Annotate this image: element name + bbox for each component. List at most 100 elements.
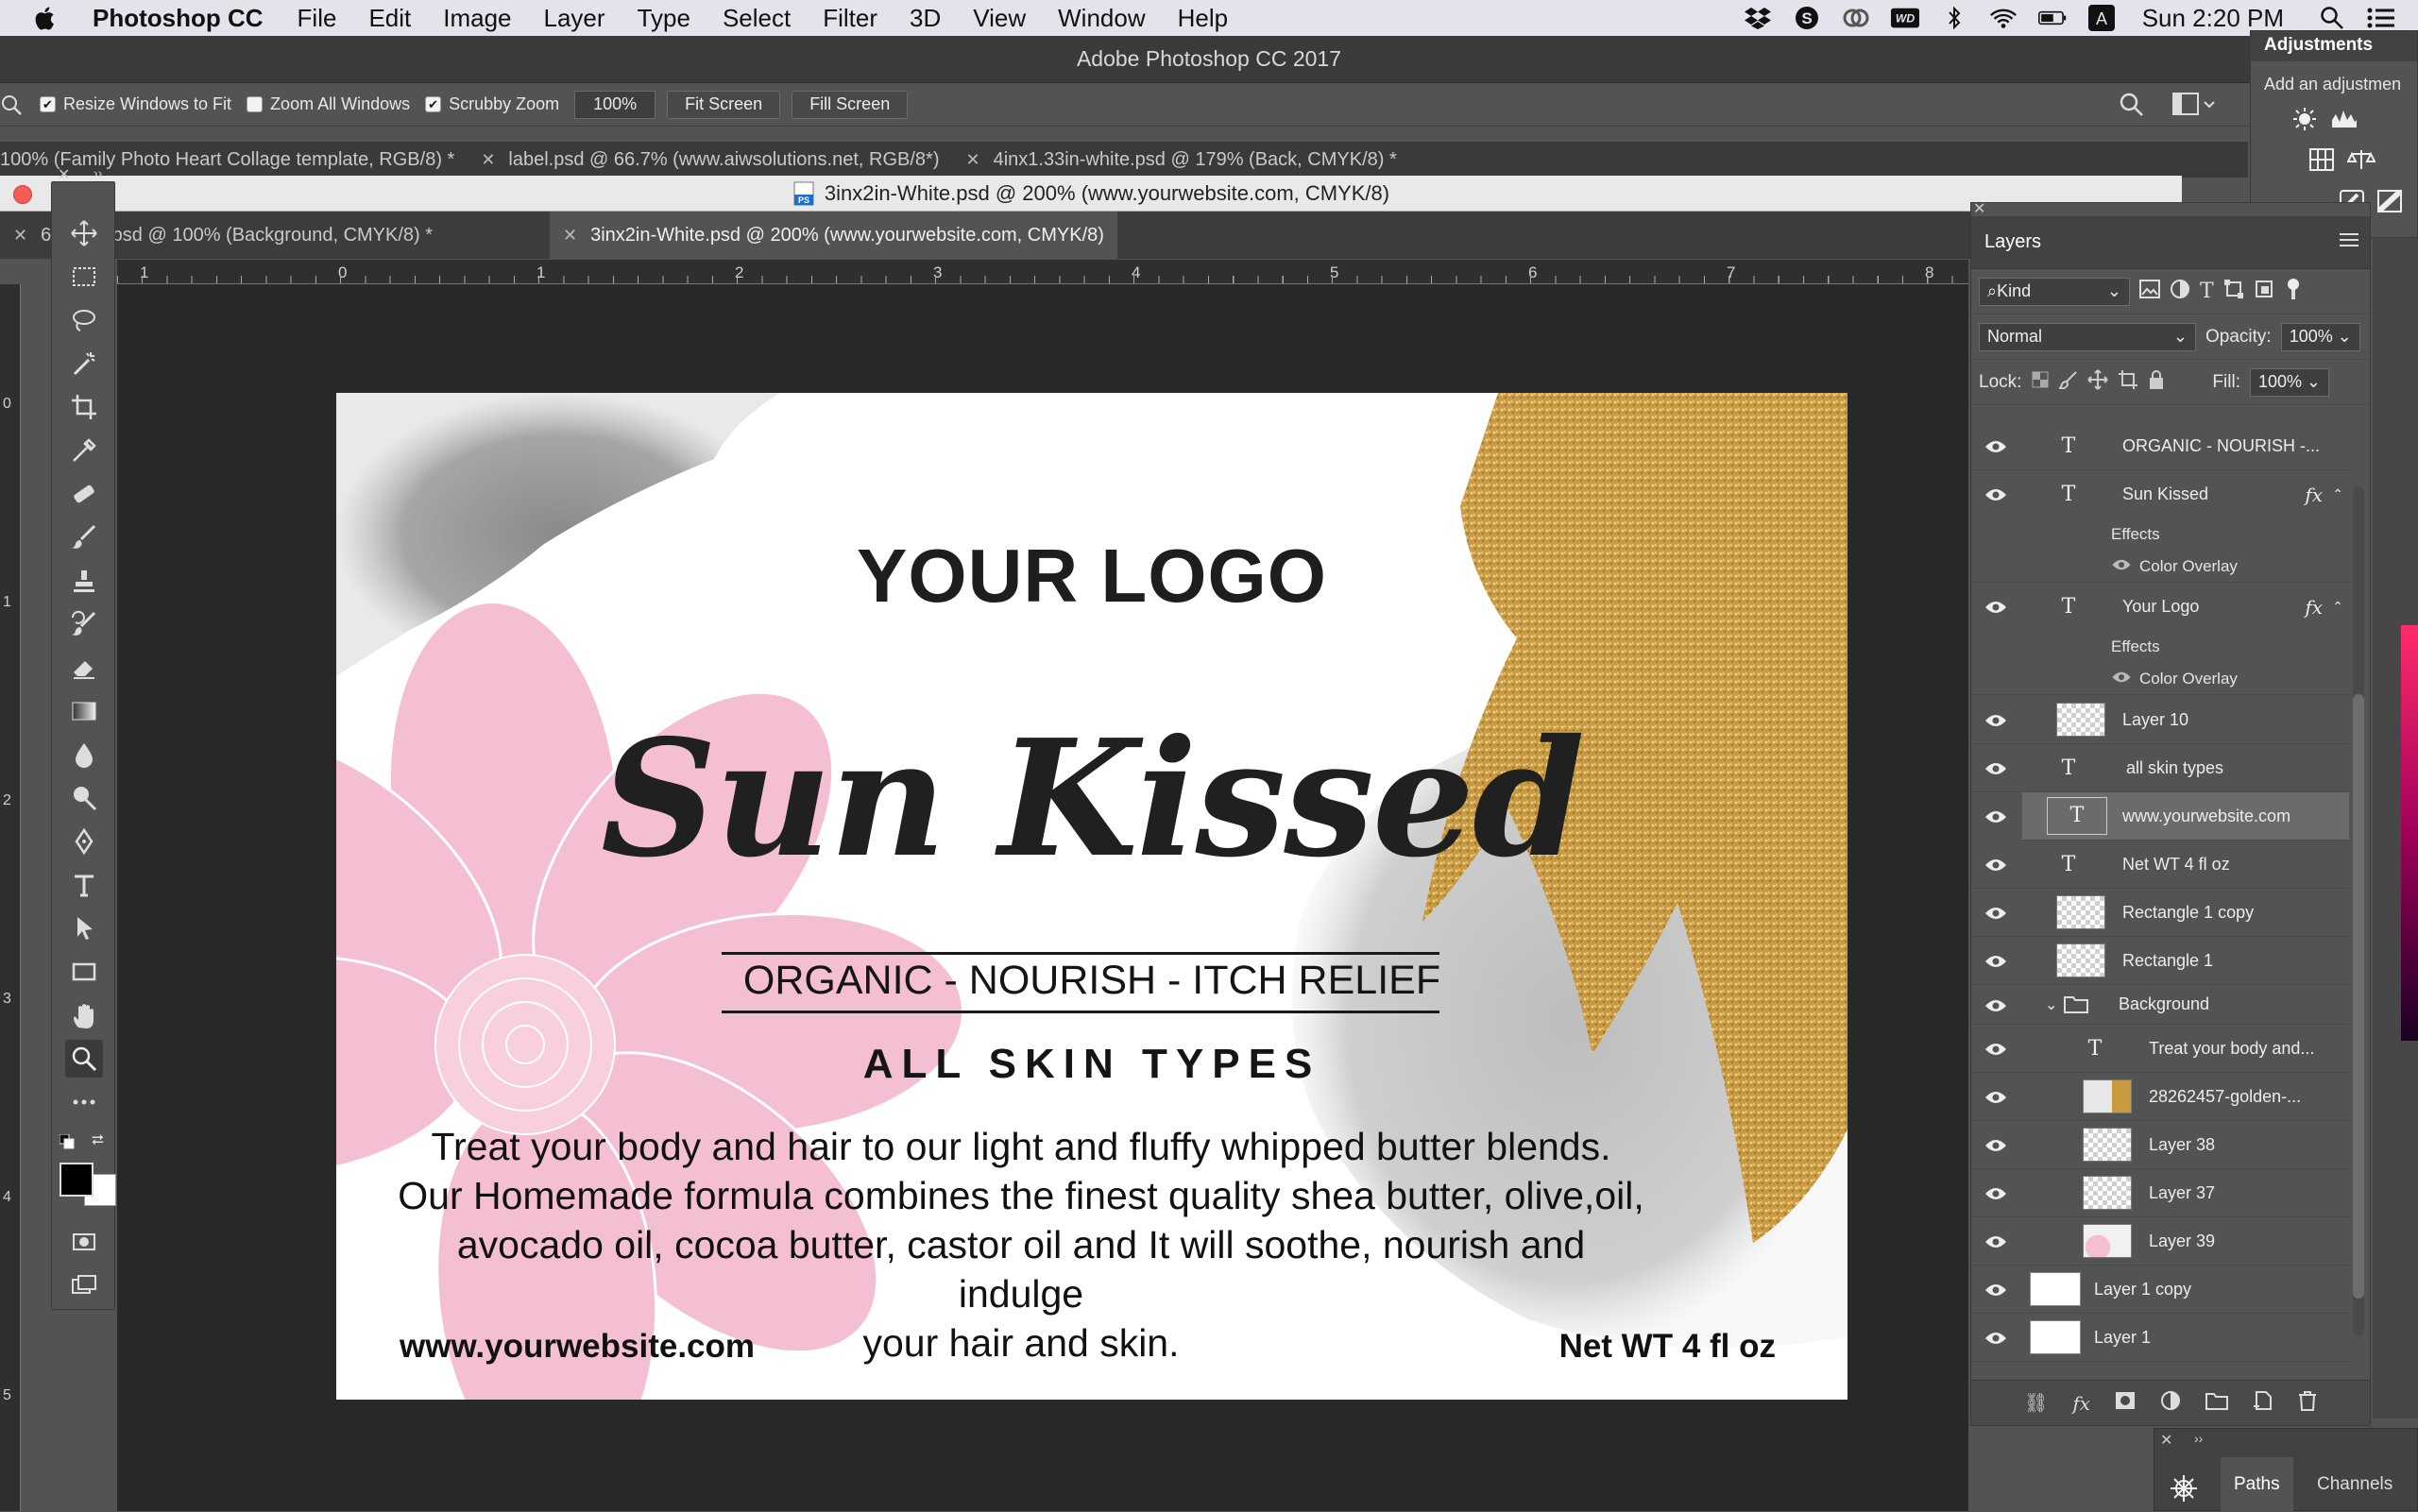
layer-row[interactable]: T Net WT 4 fl oz <box>1971 841 2349 889</box>
lasso-tool-icon[interactable] <box>65 301 103 339</box>
layer-name[interactable]: Rectangle 1 <box>2122 951 2213 971</box>
layer-name[interactable]: Net WT 4 fl oz <box>2122 855 2230 875</box>
lock-brush-icon[interactable] <box>2058 370 2078 395</box>
scrollbar-thumb[interactable] <box>2353 694 2364 1299</box>
menu-window[interactable]: Window <box>1058 4 1145 33</box>
visibility-eye-icon[interactable] <box>1983 1088 2009 1107</box>
visibility-eye-icon[interactable] <box>1983 856 2009 875</box>
filter-toggle-icon[interactable] <box>2284 278 2303 305</box>
dodge-tool-icon[interactable] <box>65 779 103 817</box>
input-source-icon[interactable]: A <box>2087 5 2116 31</box>
resize-windows-checkbox[interactable]: ✔ <box>40 96 56 112</box>
menu-type[interactable]: Type <box>638 4 690 33</box>
brightness-icon[interactable] <box>2292 107 2317 136</box>
gradient-map-icon[interactable] <box>2375 188 2404 217</box>
layer-row[interactable]: Rectangle 1 copy <box>1971 889 2349 937</box>
lock-transparent-icon[interactable] <box>2031 370 2050 395</box>
brush-tool-icon[interactable] <box>65 518 103 556</box>
layer-row[interactable]: Layer 10 <box>1971 696 2349 744</box>
layer-name[interactable]: Layer 1 <box>2094 1328 2151 1348</box>
color-spectrum-preview[interactable] <box>2401 625 2418 1041</box>
zoom-tool-active-icon[interactable] <box>65 1040 103 1078</box>
menu-help[interactable]: Help <box>1178 4 1228 33</box>
visibility-eye-icon[interactable] <box>1983 807 2009 826</box>
battery-icon[interactable] <box>2037 6 2067 30</box>
dropbox-icon[interactable] <box>1744 6 1772 30</box>
default-colors-icon[interactable] <box>59 1133 75 1154</box>
path-selection-tool-icon[interactable] <box>65 909 103 947</box>
properties-icon[interactable] <box>2168 1472 2200 1509</box>
layer-name[interactable]: Layer 38 <box>2149 1135 2215 1155</box>
fx-icon[interactable]: fx <box>2305 484 2323 506</box>
horizontal-ruler[interactable]: 1 0 1 2 3 4 5 6 7 8 <box>117 260 1968 284</box>
visibility-eye-icon[interactable] <box>1983 598 2009 617</box>
blend-mode-dropdown[interactable]: Normal ⌄ <box>1979 322 2196 351</box>
lock-position-icon[interactable] <box>2087 368 2109 396</box>
chevron-up-icon[interactable]: ⌃ <box>2332 486 2343 502</box>
shape-filter-icon[interactable] <box>2223 279 2244 305</box>
layers-close-icon[interactable]: ✕ <box>1973 199 1985 218</box>
opacity-field[interactable]: 100% ⌄ <box>2280 322 2360 351</box>
kind-filter-dropdown[interactable]: ⌕Kind ⌄ <box>1979 277 2130 306</box>
rectangle-tool-icon[interactable] <box>65 953 103 991</box>
fx-icon[interactable]: fx <box>2305 596 2323 619</box>
layer-row[interactable]: T all skin types <box>1971 744 2349 792</box>
vertical-ruler[interactable]: 0 1 2 3 4 5 <box>0 284 21 1511</box>
chevron-down-icon[interactable]: ⌄ <box>2045 995 2057 1014</box>
layer-name[interactable]: Rectangle 1 copy <box>2122 903 2254 923</box>
marquee-tool-icon[interactable] <box>65 258 103 296</box>
layer-name[interactable]: ORGANIC - NOURISH -... <box>2122 436 2320 456</box>
layer-name[interactable]: Your Logo <box>2122 597 2199 617</box>
eraser-tool-icon[interactable] <box>65 649 103 687</box>
visibility-eye-icon[interactable] <box>1983 1232 2009 1251</box>
spotlight-icon[interactable] <box>2318 6 2346 30</box>
sync-icon[interactable] <box>1842 6 1870 30</box>
healing-brush-tool-icon[interactable] <box>65 475 103 513</box>
skype-icon[interactable]: S <box>1793 6 1821 30</box>
document-canvas[interactable]: YOUR LOGO Sun Kissed ORGANIC - NOURISH -… <box>336 393 1848 1400</box>
foreground-color-swatch[interactable] <box>60 1163 94 1197</box>
type-filter-icon[interactable]: T <box>2200 280 2214 303</box>
bluetooth-icon[interactable] <box>1940 6 1968 30</box>
close-icon[interactable]: ✕ <box>2160 1431 2172 1450</box>
pixel-filter-icon[interactable] <box>2139 279 2160 304</box>
visibility-eye-icon[interactable] <box>1983 437 2009 456</box>
pen-tool-icon[interactable] <box>65 823 103 860</box>
menu-3d[interactable]: 3D <box>910 4 941 33</box>
visibility-eye-icon[interactable] <box>1983 904 2009 923</box>
tab-paths[interactable]: Paths <box>2221 1457 2293 1512</box>
levels-icon[interactable] <box>2330 107 2358 136</box>
fx-icon[interactable]: fx <box>2072 1392 2090 1415</box>
close-icon[interactable]: ✕ <box>563 226 577 246</box>
layer-row[interactable]: T ORGANIC - NOURISH -... <box>1971 422 2349 470</box>
menu-view[interactable]: View <box>973 4 1026 33</box>
adjustments-title[interactable]: Adjustments <box>2251 31 2417 61</box>
layer-row[interactable]: T Your Logo fx ⌃ <box>1971 583 2349 631</box>
layer-row[interactable]: Layer 38 <box>1971 1121 2349 1169</box>
visibility-eye-icon[interactable] <box>1983 1136 2009 1155</box>
menubar-clock[interactable]: Sun 2:20 PM <box>2142 4 2284 33</box>
menu-filter[interactable]: Filter <box>823 4 877 33</box>
fill-field[interactable]: 100% ⌄ <box>2249 367 2329 397</box>
visibility-eye-icon[interactable] <box>1983 1040 2009 1059</box>
visibility-eye-icon[interactable] <box>1983 485 2009 504</box>
layer-name[interactable]: Layer 1 copy <box>2094 1280 2191 1300</box>
tab-3inx2in-active[interactable]: ✕ 3inx2in-White.psd @ 200% (www.yourwebs… <box>550 212 1117 259</box>
visibility-eye-icon[interactable] <box>1983 996 2009 1015</box>
lock-all-icon[interactable] <box>2148 369 2165 396</box>
layers-scrollbar[interactable] <box>2353 486 2364 1336</box>
scrubby-zoom-checkbox[interactable]: ✔ <box>425 96 442 112</box>
layers-tab[interactable]: Layers <box>1984 231 2041 253</box>
layer-name[interactable]: Treat your body and... <box>2149 1039 2314 1059</box>
layer-name[interactable]: Layer 37 <box>2149 1183 2215 1203</box>
layer-name[interactable]: 28262457-golden-... <box>2149 1087 2301 1107</box>
new-layer-icon[interactable] <box>2253 1390 2273 1417</box>
tab-channels[interactable]: Channels <box>2304 1457 2406 1512</box>
layer-name[interactable]: www.yourwebsite.com <box>2122 807 2290 826</box>
scrubby-zoom-option[interactable]: ✔ Scrubby Zoom <box>425 94 559 114</box>
layer-row[interactable]: Layer 39 <box>1971 1217 2349 1266</box>
history-brush-tool-icon[interactable] <box>65 605 103 643</box>
link-layers-icon[interactable]: ⛓ <box>2024 1391 2048 1415</box>
new-group-icon[interactable] <box>2205 1391 2229 1416</box>
layer-row[interactable]: 28262457-golden-... <box>1971 1073 2349 1121</box>
